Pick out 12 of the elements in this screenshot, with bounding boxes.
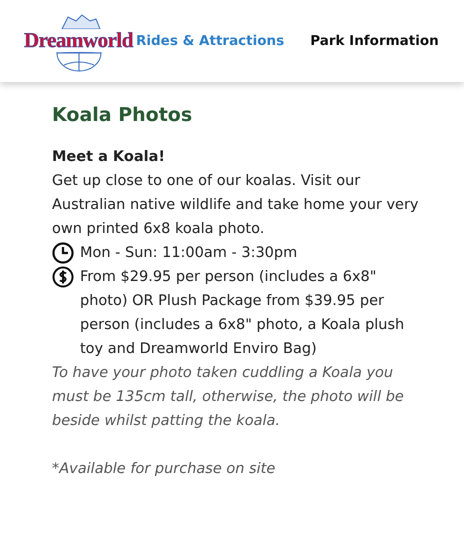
footnote-text: *Available for purchase on site bbox=[52, 460, 276, 479]
logo-text[interactable]: Dreamworld bbox=[24, 29, 133, 52]
intro-text: Get up close to one of our koalas. Visit our Australian native wildlife and take home your very own printed 6x8 koala photo. bbox=[52, 172, 420, 239]
note-text: To have your photo taken cuddling a Koala you must be 135cm tall, otherwise, the photo will be beside whilst patting the koala. bbox=[52, 364, 405, 431]
detail-text: Mon - Sun: 11:00am - 3:30pm bbox=[80, 244, 298, 263]
nav-link[interactable]: Rides & Attractions bbox=[136, 33, 284, 49]
clock-icon bbox=[52, 242, 74, 264]
subtitle: Meet a Koala! bbox=[52, 148, 166, 167]
detail-text: From $29.95 per person (includes a 6x8" photo) OR Plush Package from $39.95 per person (includes a 6x8" photo, a Koala plush toy and Dreamworld Enviro Bag) bbox=[80, 268, 406, 359]
nav-link[interactable]: Park Information bbox=[310, 33, 439, 49]
dollar-icon bbox=[52, 266, 74, 288]
page-title: Koala Photos bbox=[52, 104, 194, 126]
